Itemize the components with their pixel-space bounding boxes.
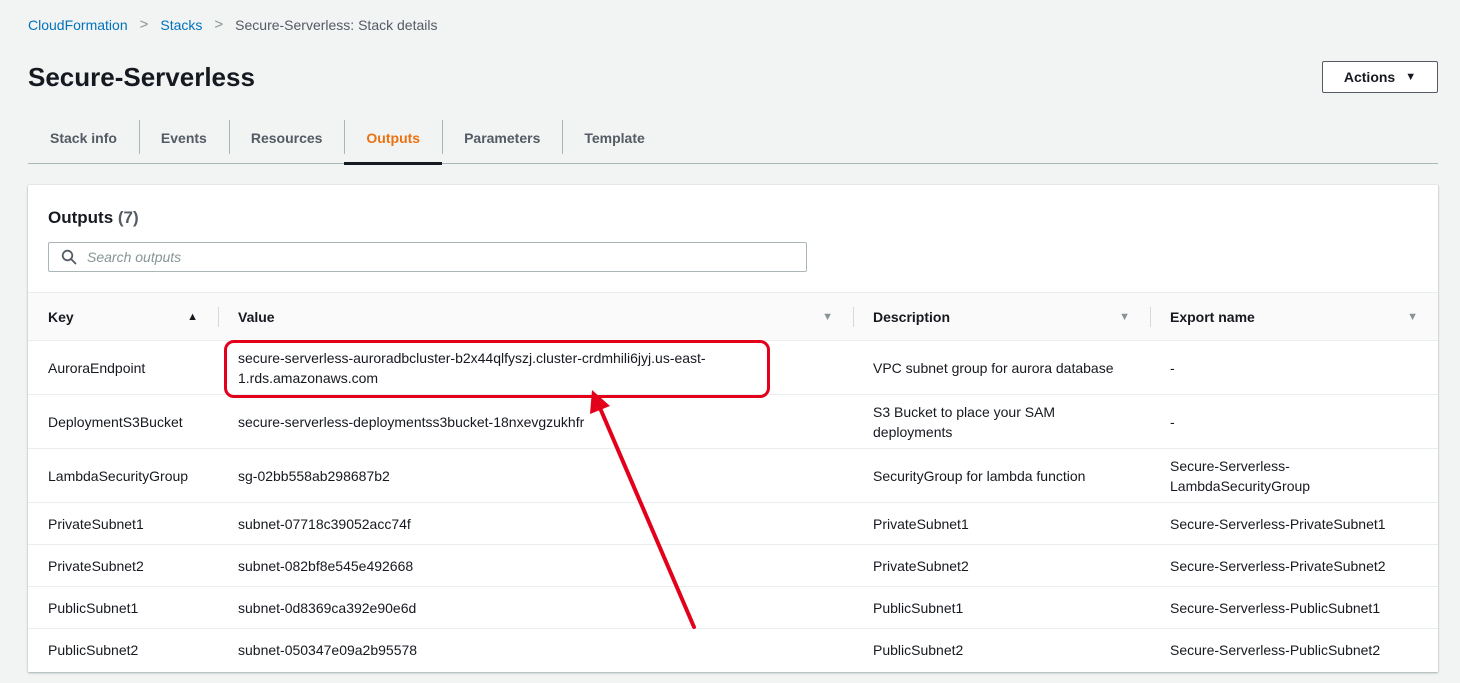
actions-button[interactable]: Actions ▼ [1322,61,1438,93]
cell-key: PrivateSubnet1 [48,515,144,532]
cell-export: - [1170,359,1175,376]
cell-key: PrivateSubnet2 [48,557,144,574]
cell-export: - [1170,413,1175,430]
stack-tabs: Stack info Events Resources Outputs Para… [28,112,1438,165]
cell-key: DeploymentS3Bucket [48,413,183,430]
cell-key: AuroraEndpoint [48,359,146,376]
cell-key: LambdaSecurityGroup [48,467,189,484]
cell-description: PublicSubnet1 [873,599,964,616]
cell-value: subnet-0d8369ca392e90e6d [238,599,417,616]
chevron-right-icon: > [139,16,149,33]
cell-value: subnet-050347e09a2b95578 [238,641,418,658]
search-input[interactable] [87,244,806,270]
sort-descending-icon: ▼ [1407,310,1418,323]
cell-export: Secure-Serverless-PrivateSubnet1 [1170,515,1386,532]
cell-description: S3 Bucket to place your SAM deployments [873,403,1056,440]
cell-description: SecurityGroup for lambda function [873,467,1086,484]
table-row: DeploymentS3Bucket secure-serverless-dep… [28,395,1438,449]
column-header-value[interactable]: Value ▼ [218,293,853,341]
cell-description: PrivateSubnet2 [873,557,969,574]
cell-export: Secure-Serverless-PublicSubnet1 [1170,599,1381,616]
table-row: PrivateSubnet2 subnet-082bf8e545e492668 … [28,545,1438,587]
cell-description: PrivateSubnet1 [873,515,969,532]
breadcrumb-cloudformation[interactable]: CloudFormation [28,17,128,33]
cell-export: Secure-Serverless-LambdaSecurityGroup [1170,457,1311,494]
search-box [48,242,807,272]
cell-value: subnet-082bf8e545e492668 [238,557,414,574]
column-header-label: Value [238,308,275,325]
outputs-title: Outputs (7) [48,208,139,228]
column-header-label: Description [873,308,951,325]
cell-description: VPC subnet group for aurora database [873,359,1114,376]
column-header-label: Key [48,308,74,325]
column-header-export-name[interactable]: Export name ▼ [1150,293,1438,341]
actions-button-label: Actions [1343,69,1396,85]
column-header-label: Export name [1170,308,1255,325]
outputs-table: Key ▲ Value ▼ Description ▼ Export name … [28,292,1438,671]
tab-stack-info[interactable]: Stack info [28,112,139,164]
table-row: AuroraEndpoint secure-serverless-aurorad… [28,341,1438,395]
outputs-count: (7) [117,208,139,227]
column-header-key[interactable]: Key ▲ [28,293,218,341]
outputs-title-label: Outputs [48,208,114,227]
tab-parameters[interactable]: Parameters [442,112,562,164]
breadcrumb-current: Secure-Serverless: Stack details [235,16,438,33]
sort-descending-icon: ▼ [822,310,833,323]
cell-export: Secure-Serverless-PublicSubnet2 [1170,641,1381,658]
sort-ascending-icon: ▲ [187,310,198,323]
cell-value: subnet-07718c39052acc74f [238,515,411,532]
table-row: LambdaSecurityGroup sg-02bb558ab298687b2… [28,449,1438,503]
tab-events[interactable]: Events [138,112,229,164]
breadcrumb: CloudFormation > Stacks > Secure-Serverl… [28,16,437,33]
tab-outputs[interactable]: Outputs [344,112,442,165]
cell-value: sg-02bb558ab298687b2 [238,467,390,484]
page-title: Secure-Serverless [28,62,255,92]
table-header-row: Key ▲ Value ▼ Description ▼ Export name … [28,292,1438,341]
cell-value: secure-serverless-deploymentss3bucket-18… [238,413,585,430]
chevron-right-icon: > [214,16,224,33]
table-row: PublicSubnet2 subnet-050347e09a2b95578 P… [28,629,1438,671]
cell-description: PublicSubnet2 [873,641,964,658]
tab-template[interactable]: Template [562,112,666,164]
tab-resources[interactable]: Resources [228,112,345,164]
column-header-description[interactable]: Description ▼ [853,293,1150,341]
cell-export: Secure-Serverless-PrivateSubnet2 [1170,557,1386,574]
caret-down-icon: ▼ [1405,71,1417,83]
sort-descending-icon: ▼ [1119,310,1130,323]
cell-key: PublicSubnet2 [48,641,139,658]
outputs-panel: Outputs (7) Key ▲ [28,185,1438,672]
cell-key: PublicSubnet1 [48,599,139,616]
table-row: PrivateSubnet1 subnet-07718c39052acc74f … [28,503,1438,545]
cell-value: secure-serverless-auroradbcluster-b2x44q… [238,349,706,386]
search-icon [61,249,77,265]
table-row: PublicSubnet1 subnet-0d8369ca392e90e6d P… [28,587,1438,629]
breadcrumb-stacks[interactable]: Stacks [160,17,202,33]
